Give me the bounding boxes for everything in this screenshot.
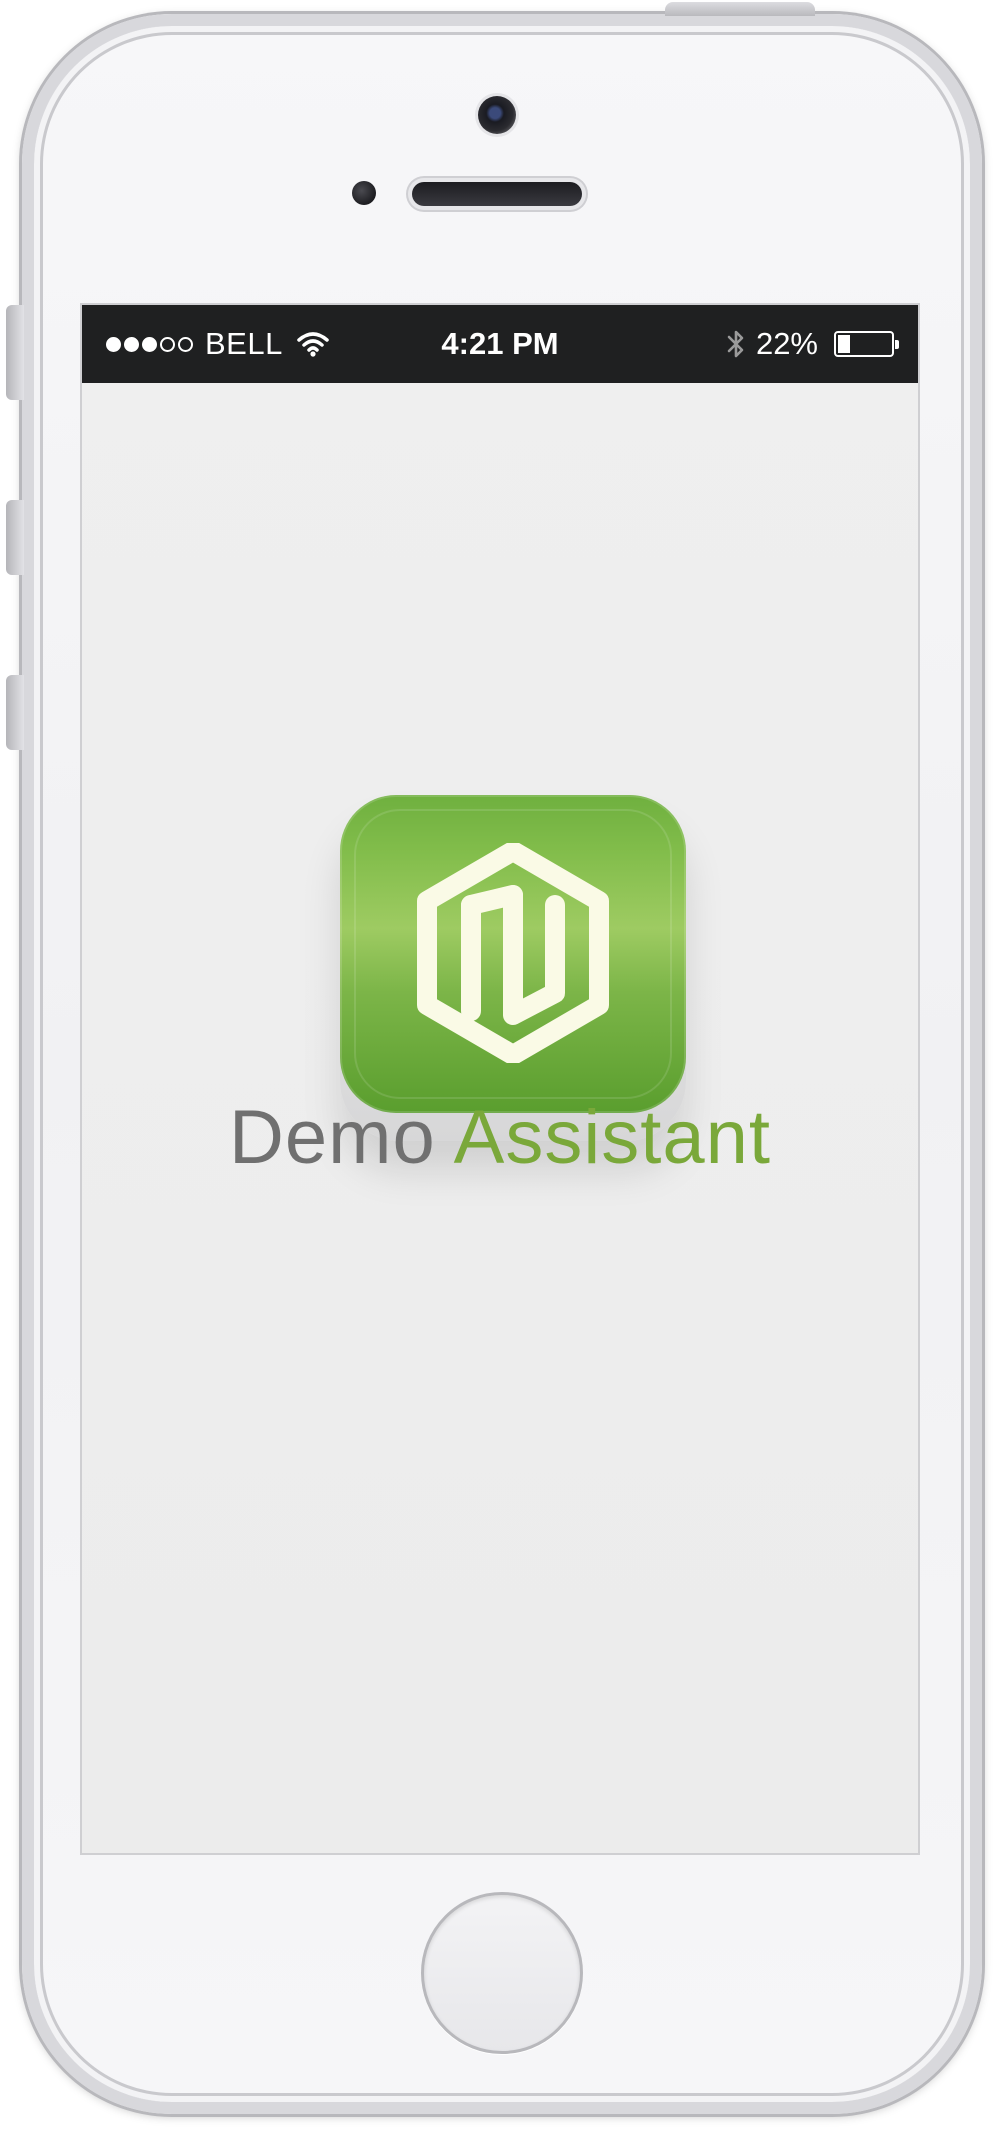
battery-percent: 22%	[755, 326, 818, 361]
earpiece-speaker	[412, 182, 582, 206]
front-camera	[478, 96, 516, 134]
app-title-word-1: Demo	[229, 1095, 436, 1180]
app-icon[interactable]	[340, 795, 686, 1141]
mute-switch[interactable]	[6, 305, 24, 400]
power-button[interactable]	[665, 2, 815, 16]
status-bar: BELL 4:21 PM 22%	[82, 305, 918, 383]
hexagon-logo-icon	[417, 843, 609, 1063]
volume-down-button[interactable]	[6, 675, 24, 750]
bluetooth-icon	[727, 330, 744, 358]
status-right: 22%	[726, 305, 899, 383]
battery-icon	[834, 331, 899, 357]
screen: BELL 4:21 PM 22% Demo Assistant	[80, 303, 920, 1855]
app-title: Demo Assistant	[82, 1100, 918, 1176]
proximity-sensor	[352, 181, 376, 205]
app-title-word-2: Assistant	[453, 1095, 771, 1180]
home-button[interactable]	[421, 1892, 583, 2054]
battery-level-fill	[838, 335, 850, 353]
volume-up-button[interactable]	[6, 500, 24, 575]
app-icon-face	[340, 795, 686, 1113]
